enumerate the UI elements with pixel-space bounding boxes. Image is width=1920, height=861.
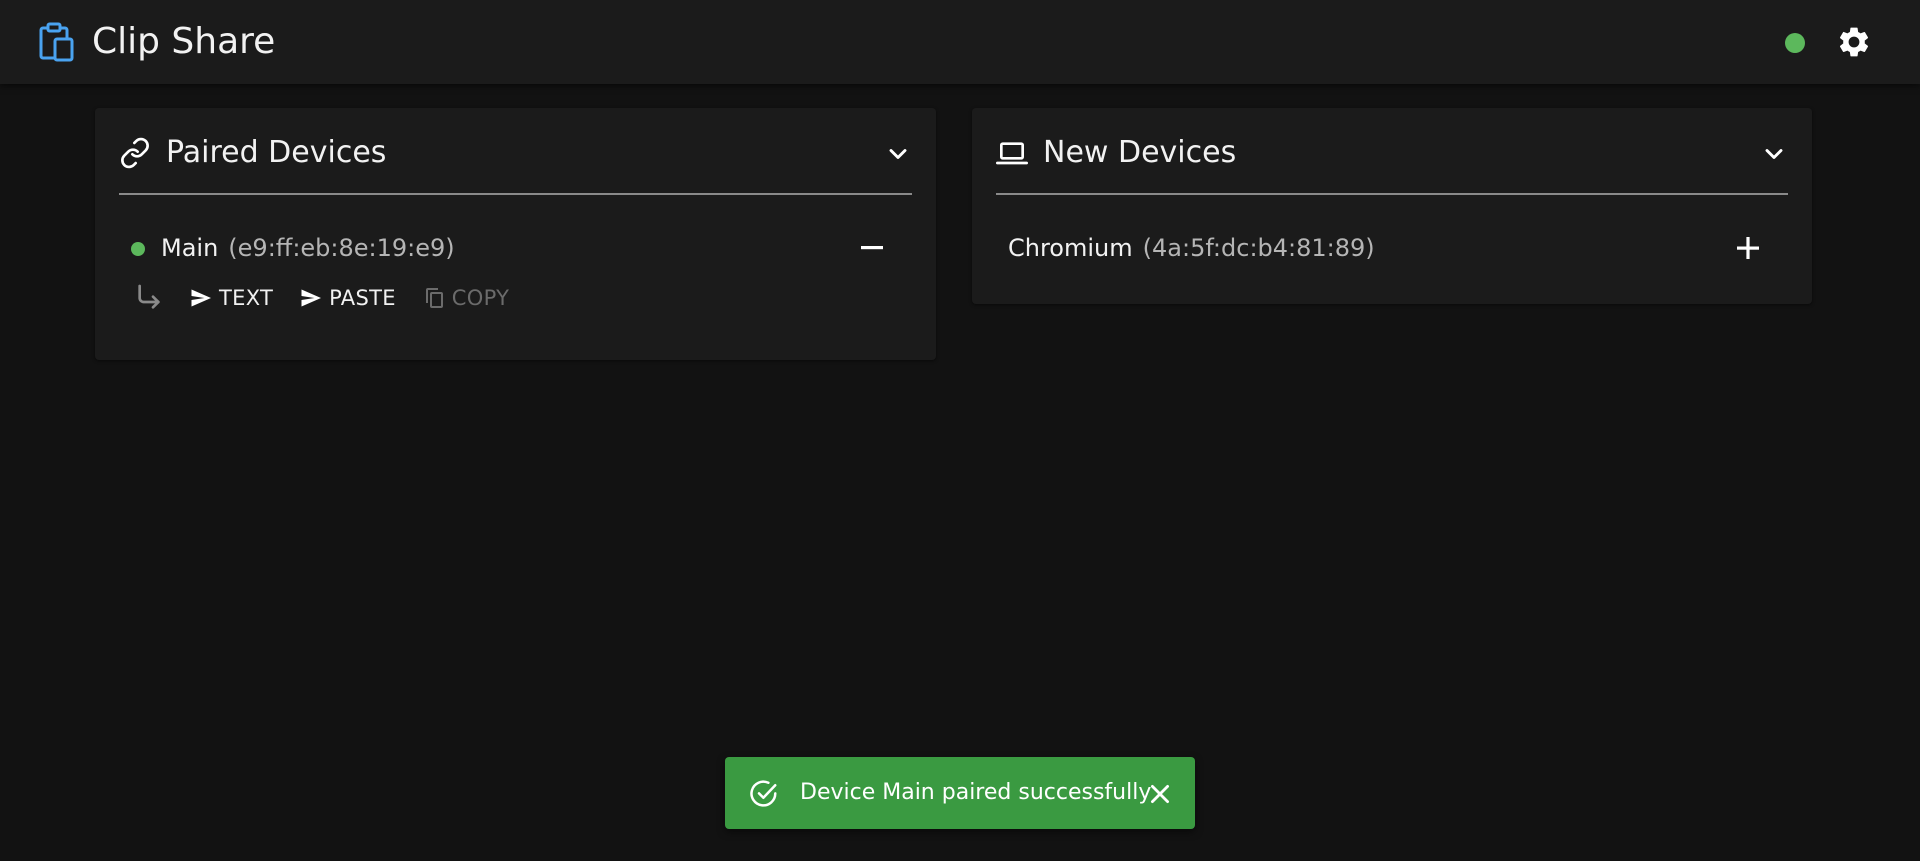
copy-label: COPY — [451, 286, 510, 310]
send-icon — [301, 289, 322, 307]
send-text-button[interactable]: TEXT — [189, 286, 273, 310]
device-online-indicator — [131, 242, 145, 256]
new-devices-title: New Devices — [1043, 135, 1237, 170]
settings-gear-icon[interactable] — [1836, 24, 1872, 60]
app-title: Clip Share — [92, 21, 276, 62]
copy-icon — [425, 288, 443, 308]
subdirectory-arrow-icon — [138, 284, 160, 309]
app-bar: Clip Share — [0, 0, 1920, 84]
paired-devices-header[interactable]: Paired Devices — [119, 108, 912, 195]
chevron-down-icon[interactable] — [1760, 140, 1788, 168]
new-devices-header[interactable]: New Devices — [996, 108, 1788, 195]
connection-status-indicator — [1785, 33, 1805, 53]
device-actions: TEXT PASTE COPY — [133, 278, 535, 318]
pair-device-button[interactable] — [1730, 228, 1766, 268]
paste-label: PASTE — [329, 286, 396, 310]
send-icon — [191, 289, 211, 307]
device-mac-address: (e9:ff:eb:8e:19:e9) — [228, 234, 455, 262]
paired-devices-title: Paired Devices — [166, 135, 387, 170]
copy-button[interactable]: COPY — [422, 286, 509, 310]
check-circle-icon — [750, 780, 777, 807]
laptop-icon — [996, 142, 1028, 165]
unpair-device-button[interactable] — [855, 228, 889, 268]
chevron-down-icon[interactable] — [884, 140, 912, 168]
clipboard-share-icon — [39, 22, 74, 62]
snackbar-message: Device Main paired successfully — [800, 780, 1152, 805]
device-name: Chromium — [1008, 234, 1133, 262]
paired-device-row: Main (e9:ff:eb:8e:19:e9) — [131, 232, 455, 264]
success-snackbar: Device Main paired successfully — [725, 757, 1195, 829]
send-text-label: TEXT — [219, 286, 274, 310]
paired-devices-panel: Paired Devices Main (e9:ff:eb:8e:19:e9) T… — [95, 108, 936, 360]
new-device-row: Chromium (4a:5f:dc:b4:81:89) — [1008, 232, 1375, 264]
link-icon — [121, 137, 149, 169]
close-icon[interactable] — [1147, 781, 1173, 807]
device-name: Main — [161, 234, 219, 262]
new-devices-panel: New Devices Chromium (4a:5f:dc:b4:81:89) — [972, 108, 1812, 304]
device-mac-address: (4a:5f:dc:b4:81:89) — [1142, 234, 1375, 262]
paste-button[interactable]: PASTE — [299, 286, 396, 310]
